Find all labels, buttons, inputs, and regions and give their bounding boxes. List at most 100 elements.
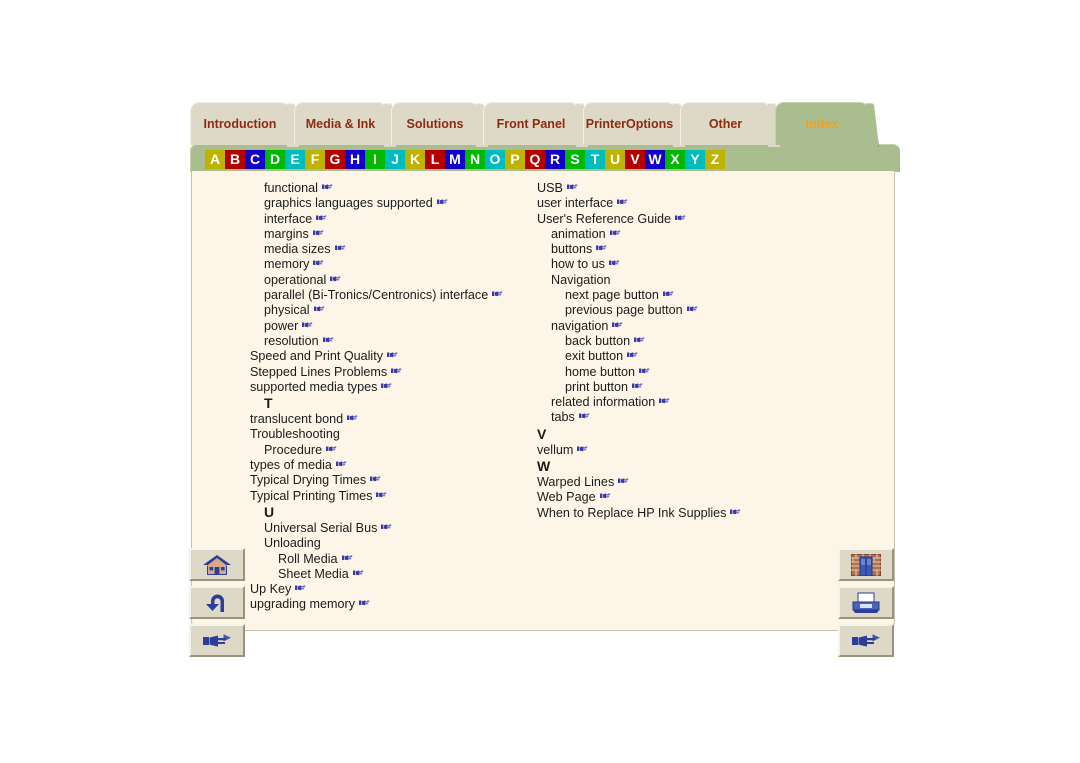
pointing-hand-link-icon[interactable]: [295, 584, 307, 592]
pointing-hand-link-icon[interactable]: [436, 198, 448, 206]
index-entry[interactable]: Stepped Lines Problems: [250, 365, 550, 380]
index-entry[interactable]: Web Page: [537, 490, 837, 505]
index-entry[interactable]: Warped Lines: [537, 475, 837, 490]
index-entry[interactable]: media sizes: [250, 242, 550, 257]
index-entry[interactable]: next page button: [537, 288, 837, 303]
index-entry[interactable]: supported media types: [250, 380, 550, 395]
pointing-hand-link-icon[interactable]: [675, 214, 686, 222]
pointing-hand-link-icon[interactable]: [376, 491, 388, 499]
pointing-hand-link-icon[interactable]: [659, 397, 671, 405]
pointing-hand-link-icon[interactable]: [359, 599, 370, 607]
tab-solutions[interactable]: Solutions: [391, 102, 479, 145]
pointing-hand-link-icon[interactable]: [312, 229, 324, 237]
pointing-hand-link-icon[interactable]: [618, 477, 630, 485]
alphabet-letter-v[interactable]: V: [625, 150, 645, 169]
pointing-hand-link-icon[interactable]: [578, 412, 590, 420]
tab-printer-options[interactable]: Printer Options: [583, 102, 676, 145]
alphabet-letter-c[interactable]: C: [245, 150, 265, 169]
index-entry[interactable]: animation: [537, 227, 837, 242]
pointing-hand-link-icon[interactable]: [566, 183, 578, 191]
index-entry[interactable]: parallel (Bi-Tronics/Centronics) interfa…: [250, 288, 550, 303]
home-button[interactable]: [189, 548, 245, 581]
pointing-hand-link-icon[interactable]: [662, 290, 674, 298]
index-entry[interactable]: graphics languages supported: [250, 196, 550, 211]
index-entry[interactable]: Typical Printing Times: [250, 489, 550, 504]
index-entry[interactable]: resolution: [250, 334, 550, 349]
index-entry[interactable]: tabs: [537, 410, 837, 425]
index-entry[interactable]: When to Replace HP Ink Supplies: [537, 506, 837, 521]
pointing-hand-link-icon[interactable]: [347, 414, 358, 422]
pointing-hand-link-icon[interactable]: [352, 569, 364, 577]
pointing-hand-link-icon[interactable]: [608, 259, 620, 267]
tab-other[interactable]: Other: [680, 102, 771, 145]
index-entry[interactable]: translucent bond: [250, 412, 550, 427]
alphabet-letter-t[interactable]: T: [585, 150, 605, 169]
index-entry[interactable]: Up Key: [250, 582, 550, 597]
index-entry[interactable]: memory: [250, 257, 550, 272]
index-entry[interactable]: User's Reference Guide: [537, 212, 837, 227]
index-entry[interactable]: back button: [537, 334, 837, 349]
pointing-hand-link-icon[interactable]: [686, 305, 698, 313]
pointing-hand-link-icon[interactable]: [492, 290, 504, 298]
index-entry[interactable]: Universal Serial Bus: [250, 521, 550, 536]
pointing-hand-link-icon[interactable]: [730, 508, 742, 516]
pointing-hand-link-icon[interactable]: [381, 523, 393, 531]
alphabet-letter-y[interactable]: Y: [685, 150, 705, 169]
alphabet-letter-k[interactable]: K: [405, 150, 425, 169]
pointing-hand-link-icon[interactable]: [321, 183, 333, 191]
pointing-hand-link-icon[interactable]: [370, 475, 381, 483]
pointing-hand-link-icon[interactable]: [313, 305, 325, 313]
pointing-hand-link-icon[interactable]: [330, 275, 342, 283]
index-entry[interactable]: physical: [250, 303, 550, 318]
tab-index[interactable]: Index: [775, 102, 869, 145]
pointing-hand-link-icon[interactable]: [326, 445, 337, 453]
index-entry[interactable]: previous page button: [537, 303, 837, 318]
back-button[interactable]: [189, 586, 245, 619]
pointing-hand-link-icon[interactable]: [612, 321, 624, 329]
index-entry[interactable]: operational: [250, 273, 550, 288]
alphabet-letter-f[interactable]: F: [305, 150, 325, 169]
index-entry[interactable]: functional: [250, 181, 550, 196]
alphabet-letter-l[interactable]: L: [425, 150, 445, 169]
tab-media-ink[interactable]: Media & Ink: [294, 102, 387, 145]
pointing-hand-link-icon[interactable]: [639, 367, 650, 375]
pointing-hand-link-icon[interactable]: [341, 554, 353, 562]
alphabet-letter-i[interactable]: I: [365, 150, 385, 169]
alphabet-letter-p[interactable]: P: [505, 150, 525, 169]
index-entry[interactable]: vellum: [537, 443, 837, 458]
index-entry[interactable]: Roll Media: [250, 552, 550, 567]
alphabet-letter-w[interactable]: W: [645, 150, 665, 169]
alphabet-letter-e[interactable]: E: [285, 150, 305, 169]
index-entry[interactable]: related information: [537, 395, 837, 410]
alphabet-letter-j[interactable]: J: [385, 150, 405, 169]
index-entry[interactable]: USB: [537, 181, 837, 196]
index-entry[interactable]: Procedure: [250, 443, 550, 458]
index-entry[interactable]: exit button: [537, 349, 837, 364]
pointing-hand-link-icon[interactable]: [313, 259, 325, 267]
pointing-hand-link-icon[interactable]: [609, 229, 621, 237]
pointing-hand-link-icon[interactable]: [599, 492, 611, 500]
alphabet-letter-d[interactable]: D: [265, 150, 285, 169]
pointing-hand-link-icon[interactable]: [335, 460, 347, 468]
index-entry[interactable]: how to us: [537, 257, 837, 272]
pointing-hand-link-icon[interactable]: [632, 382, 643, 390]
pointing-hand-link-icon[interactable]: [634, 336, 645, 344]
alphabet-letter-s[interactable]: S: [565, 150, 585, 169]
alphabet-letter-u[interactable]: U: [605, 150, 625, 169]
index-entry[interactable]: upgrading memory: [250, 597, 550, 612]
pointing-hand-link-icon[interactable]: [322, 336, 334, 344]
index-entry[interactable]: margins: [250, 227, 550, 242]
alphabet-letter-m[interactable]: M: [445, 150, 465, 169]
index-entry[interactable]: buttons: [537, 242, 837, 257]
pointing-hand-link-icon[interactable]: [316, 214, 328, 222]
pointing-hand-link-icon[interactable]: [617, 198, 629, 206]
pointing-hand-link-icon[interactable]: [387, 351, 398, 359]
index-entry[interactable]: Typical Drying Times: [250, 473, 550, 488]
alphabet-letter-q[interactable]: Q: [525, 150, 545, 169]
index-entry[interactable]: user interface: [537, 196, 837, 211]
alphabet-letter-b[interactable]: B: [225, 150, 245, 169]
exit-button[interactable]: [838, 548, 894, 581]
pointing-hand-link-icon[interactable]: [391, 367, 403, 375]
previous-page-button[interactable]: [838, 624, 894, 657]
alphabet-letter-x[interactable]: X: [665, 150, 685, 169]
